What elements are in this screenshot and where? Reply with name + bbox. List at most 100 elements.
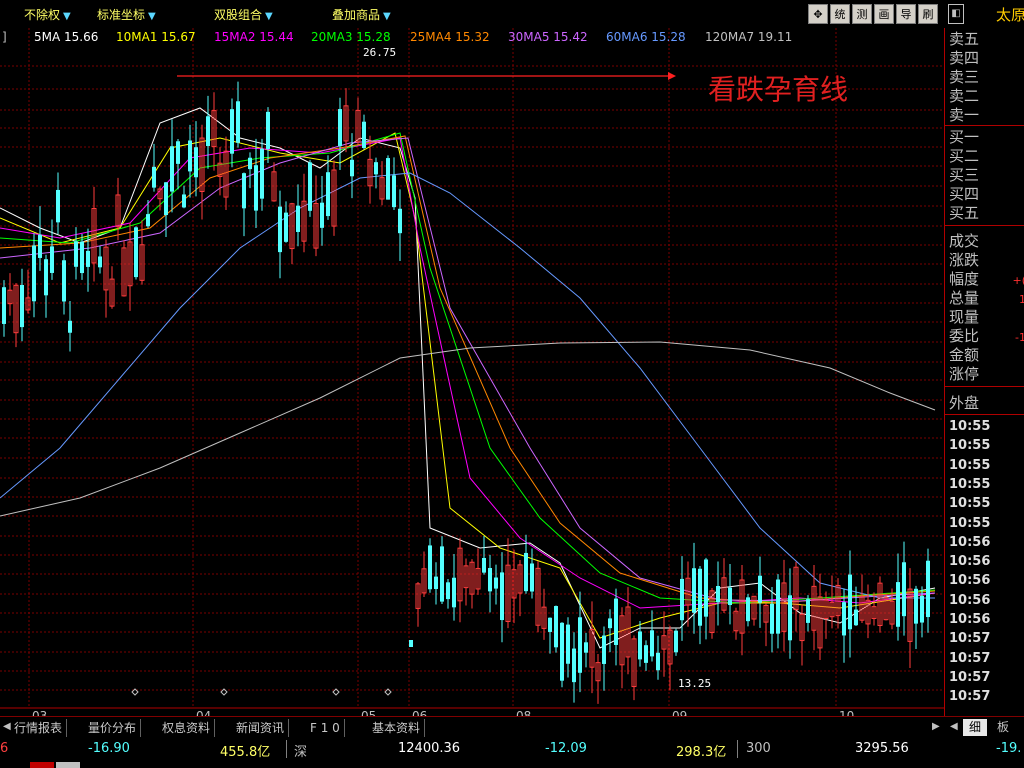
- candle-body-down: [164, 182, 168, 216]
- candle-body-down: [644, 645, 648, 663]
- candle-body-down: [266, 111, 270, 149]
- tab-news[interactable]: 新闻资讯: [232, 719, 290, 737]
- candle-body-down: [524, 552, 528, 592]
- candle-body-down: [409, 640, 413, 647]
- candle-body-down: [338, 109, 342, 147]
- candle-body-down: [206, 116, 210, 146]
- trade-time: 10:55: [949, 476, 991, 492]
- candle-body-down: [62, 260, 66, 302]
- separator-line: [945, 386, 1024, 387]
- stats-button[interactable]: 统: [830, 4, 850, 24]
- refresh-button[interactable]: 刷: [918, 4, 938, 24]
- candle-body-down: [20, 284, 24, 328]
- status-index-sz: 12400.36: [398, 741, 461, 756]
- candle-body-down: [770, 603, 774, 634]
- annotation-arrow-head: [668, 72, 676, 80]
- kline-svg[interactable]: ] 5MA 15.66 10MA1 15.67 15MA2 15.44 20MA3 1…: [0, 28, 944, 716]
- draw-button[interactable]: 画: [874, 4, 894, 24]
- candle-body-down: [680, 578, 684, 621]
- candle-body-down: [842, 602, 846, 636]
- candle-body-down: [716, 585, 720, 603]
- ask-level-label: 卖一: [949, 106, 980, 124]
- candle-body-down: [920, 595, 924, 623]
- tab-basic-info[interactable]: 基本资料: [368, 719, 426, 737]
- trade-time: 10:57: [949, 650, 991, 666]
- candle-body-down: [50, 246, 54, 273]
- candle-body-down: [188, 140, 192, 172]
- candle-body-down: [572, 648, 576, 683]
- candle-body-down: [806, 599, 810, 623]
- stat-label: 成交: [949, 232, 980, 250]
- candle-body-down: [698, 568, 702, 626]
- trade-time: 10:56: [949, 573, 991, 589]
- standard-axis-menu[interactable]: 标准坐标 ▼: [97, 6, 156, 23]
- status-index-300: 3295.56: [855, 741, 909, 756]
- tab-f10[interactable]: F 1 0: [306, 719, 345, 737]
- ask-level-label: 卖三: [949, 68, 980, 86]
- panel-scroll-left-icon[interactable]: ◀: [950, 721, 958, 732]
- export-button[interactable]: 导: [896, 4, 916, 24]
- ma-legend-item: 15MA2 15.44: [214, 30, 294, 44]
- tab-rights-info[interactable]: 权息资料: [158, 719, 216, 737]
- overlay-menu[interactable]: 叠加商品 ▼: [332, 6, 391, 23]
- trade-time: 10:55: [949, 419, 991, 434]
- candle-body-down: [38, 234, 42, 258]
- candle-body-down: [854, 609, 858, 626]
- candle-body-down: [482, 557, 486, 573]
- candle-body-down: [182, 194, 186, 208]
- candle-body-down: [392, 175, 396, 208]
- panel-toggle-icon[interactable]: ◧: [948, 4, 964, 24]
- measure-button[interactable]: 测: [852, 4, 872, 24]
- tab-sector[interactable]: 板: [991, 719, 1015, 736]
- candle-body-down: [560, 622, 564, 681]
- status-change-2: -16.90: [88, 741, 130, 756]
- candle-body-down: [578, 617, 582, 673]
- ma20-line: [0, 132, 936, 604]
- candle-body-down: [98, 256, 102, 268]
- status-amount-1: 455.8亿: [220, 745, 271, 760]
- candle-body-down: [170, 146, 174, 192]
- candle-body-down: [2, 287, 6, 324]
- x-tick-label: 08: [516, 709, 531, 716]
- tab-market-report[interactable]: 行情报表: [10, 719, 68, 737]
- candle-body-down: [80, 241, 84, 274]
- candle-body-down: [488, 567, 492, 592]
- bid-level-label: 买五: [949, 204, 980, 222]
- stat-value: +(: [1012, 274, 1024, 287]
- candle-body-down: [674, 630, 678, 653]
- tab-detail[interactable]: 细: [963, 719, 987, 736]
- crosshair-move-icon[interactable]: ✥: [808, 4, 828, 24]
- candle-body-down: [656, 652, 660, 671]
- candle-body-down: [32, 245, 36, 302]
- trade-time: 10:56: [949, 534, 991, 550]
- quote-panel: 卖五卖四卖三卖二卖一买一买二买三买四买五成交涨跌幅度 +(总量 1 现量委比 -1 金额涨…: [944, 28, 1024, 716]
- dropdown-arrow-icon: ▼: [265, 11, 273, 22]
- candle-body-down: [236, 101, 240, 143]
- outer-volume-label: 外盘: [949, 394, 980, 412]
- candle-body-down: [728, 587, 732, 606]
- ma-legend-item: 25MA4 15.32: [410, 30, 490, 44]
- dropdown-arrow-icon: ▼: [63, 11, 71, 22]
- candle-body-down: [848, 574, 852, 630]
- kline-chart[interactable]: ] 5MA 15.66 10MA1 15.67 15MA2 15.44 20MA3 1…: [0, 28, 944, 716]
- dual-stock-menu[interactable]: 双股组合 ▼: [214, 6, 273, 23]
- candle-body-down: [614, 598, 618, 645]
- candle-body-down: [776, 579, 780, 634]
- ma-legend-item: 20MA3 15.28: [311, 30, 391, 44]
- candle-body-down: [254, 165, 258, 211]
- candle-body-down: [704, 559, 708, 617]
- trade-time: 10:56: [949, 592, 991, 608]
- stat-label: 幅度: [949, 270, 980, 288]
- no-exright-menu[interactable]: 不除权 ▼: [24, 6, 71, 23]
- ma-legend: 5MA 15.66 10MA1 15.67 15MA2 15.44 20MA3 15.…: [34, 30, 792, 44]
- annotation-text: 看跌孕育线: [708, 73, 848, 106]
- tab-scroll-right-icon[interactable]: ▶: [932, 721, 940, 732]
- candle-body-down: [326, 172, 330, 217]
- index-status-bar: 6 -16.90 455.8亿 深 12400.36 -12.09 298.3亿…: [0, 738, 1024, 760]
- dropdown-arrow-icon: ▼: [383, 11, 391, 22]
- stat-value: 1: [1019, 293, 1024, 306]
- bid-level-label: 买三: [949, 166, 980, 184]
- ma-legend-item: 5MA 15.66: [34, 30, 98, 44]
- tab-volume-distribution[interactable]: 量价分布: [84, 719, 142, 737]
- candle-body-down: [194, 147, 198, 178]
